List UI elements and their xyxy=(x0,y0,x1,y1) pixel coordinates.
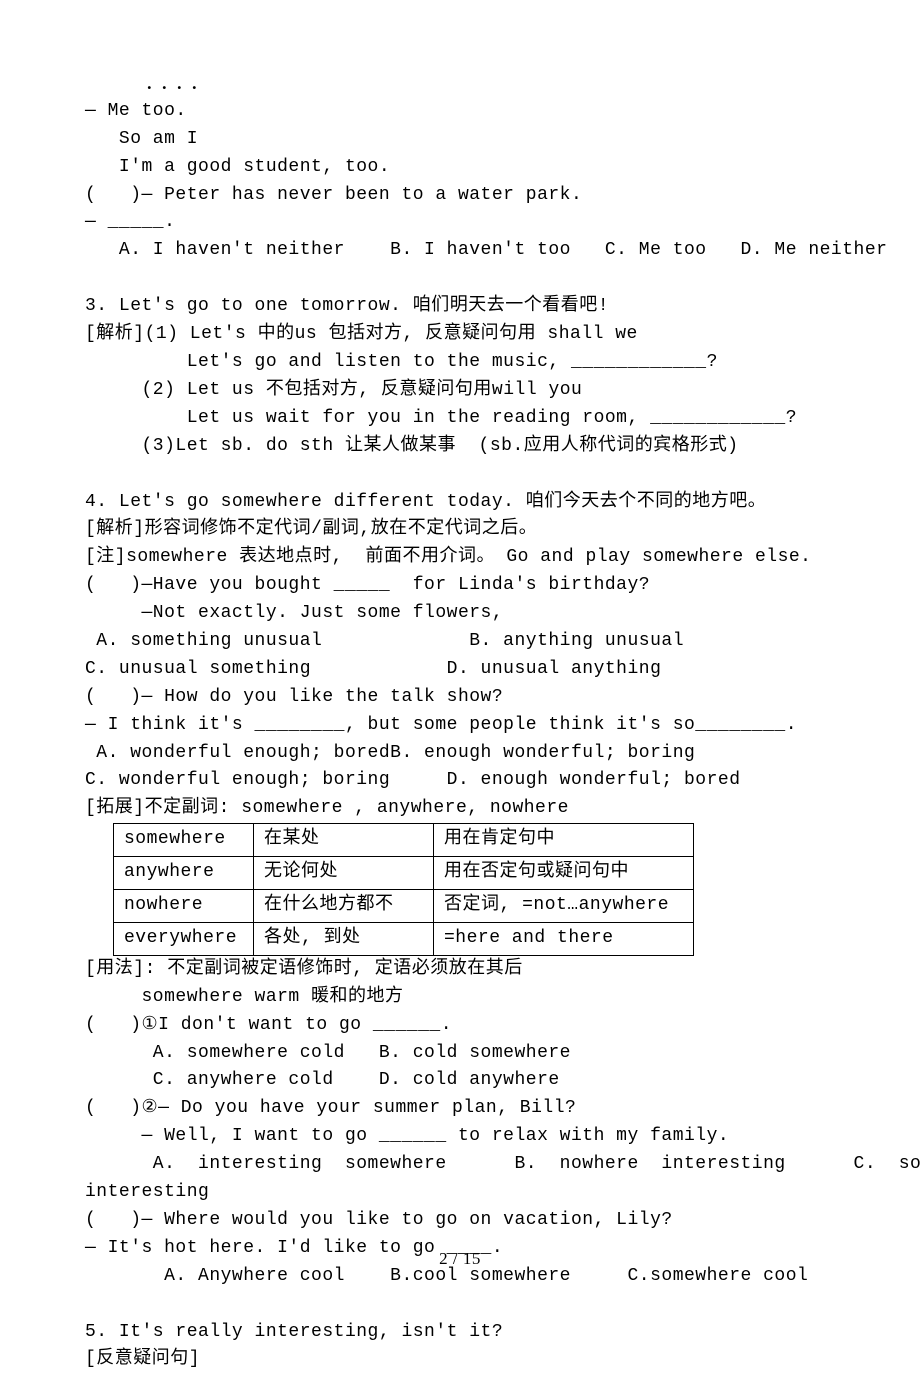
cell-everywhere: everywhere xyxy=(114,922,254,955)
item-5-heading: 5. It's really interesting, isn't it? xyxy=(85,1319,835,1347)
question-talkshow-cd: C. wonderful enough; boring D. enough wo… xyxy=(85,767,835,795)
item-4-note: [注]somewhere 表达地点时, 前面不用介词。 Go and play … xyxy=(85,544,835,572)
cell-anywhere-usage: 用在否定句或疑问句中 xyxy=(434,857,694,890)
usage-example: somewhere warm 暖和的地方 xyxy=(85,984,835,1012)
page-footer: 2 / 15 xyxy=(0,1246,920,1272)
item-3-heading: 3. Let's go to one tomorrow. 咱们明天去一个看看吧! xyxy=(85,293,835,321)
question-q2-reply: — Well, I want to go ______ to relax wit… xyxy=(85,1123,835,1151)
table-row: somewhere 在某处 用在肯定句中 xyxy=(114,824,694,857)
cell-somewhere: somewhere xyxy=(114,824,254,857)
cell-nowhere-meaning: 在什么地方都不 xyxy=(254,890,434,923)
line-me-too: — Me too. xyxy=(85,98,835,126)
question-q2-opts: A. interesting somewhere B. nowhere inte… xyxy=(85,1151,835,1179)
cell-somewhere-meaning: 在某处 xyxy=(254,824,434,857)
blank-2 xyxy=(85,461,835,489)
cell-nowhere-usage: 否定词, =not…anywhere xyxy=(434,890,694,923)
question-q2-opts-cont: interesting xyxy=(85,1179,835,1207)
item-5-tag: [反意疑问句] xyxy=(85,1346,835,1374)
item-3-analysis-3: (3)Let sb. do sth 让某人做某事 (sb.应用人称代词的宾格形式… xyxy=(85,433,835,461)
question-peter: ( )— Peter has never been to a water par… xyxy=(85,182,835,210)
question-linda: ( )—Have you bought _____ for Linda's bi… xyxy=(85,572,835,600)
question-linda-opts-ab: A. something unusual B. anything unusual xyxy=(85,628,835,656)
extension-heading: [拓展]不定副词: somewhere , anywhere, nowhere xyxy=(85,795,835,823)
item-3-analysis-1: [解析](1) Let's 中的us 包括对方, 反意疑问句用 shall we xyxy=(85,321,835,349)
item-3-example-2: Let us wait for you in the reading room,… xyxy=(85,405,835,433)
question-q1-ab: A. somewhere cold B. cold somewhere xyxy=(85,1040,835,1068)
cell-anywhere-meaning: 无论何处 xyxy=(254,857,434,890)
adverb-table: somewhere 在某处 用在肯定句中 anywhere 无论何处 用在否定句… xyxy=(113,823,694,956)
question-linda-opts-cd: C. unusual something D. unusual anything xyxy=(85,656,835,684)
question-talkshow-reply: — I think it's ________, but some people… xyxy=(85,712,835,740)
cell-nowhere: nowhere xyxy=(114,890,254,923)
table-row: nowhere 在什么地方都不 否定词, =not…anywhere xyxy=(114,890,694,923)
question-q1-cd: C. anywhere cold D. cold anywhere xyxy=(85,1067,835,1095)
line-so-am-i: So am I xyxy=(85,126,835,154)
cell-everywhere-meaning: 各处, 到处 xyxy=(254,922,434,955)
table-row: anywhere 无论何处 用在否定句或疑问句中 xyxy=(114,857,694,890)
item-3-analysis-2: (2) Let us 不包括对方, 反意疑问句用will you xyxy=(85,377,835,405)
cell-everywhere-usage: =here and there xyxy=(434,922,694,955)
question-q1: ( )①I don't want to go ______. xyxy=(85,1012,835,1040)
usage-heading: [用法]: 不定副词被定语修饰时, 定语必须放在其后 xyxy=(85,956,835,984)
blank-1 xyxy=(85,265,835,293)
question-talkshow-ab: A. wonderful enough; boredB. enough wond… xyxy=(85,740,835,768)
item-3-example-1: Let's go and listen to the music, ______… xyxy=(85,349,835,377)
cell-anywhere: anywhere xyxy=(114,857,254,890)
question-q2: ( )②— Do you have your summer plan, Bill… xyxy=(85,1095,835,1123)
table-row: everywhere 各处, 到处 =here and there xyxy=(114,922,694,955)
line-good-student: I'm a good student, too. xyxy=(85,154,835,182)
question-peter-options: A. I haven't neither B. I haven't too C.… xyxy=(85,237,835,265)
question-linda-reply: —Not exactly. Just some flowers, xyxy=(85,600,835,628)
question-peter-blank: — _____. xyxy=(85,209,835,237)
header-dots: ．．．． xyxy=(85,70,835,98)
question-talkshow: ( )— How do you like the talk show? xyxy=(85,684,835,712)
cell-somewhere-usage: 用在肯定句中 xyxy=(434,824,694,857)
item-4-analysis: [解析]形容词修饰不定代词/副词,放在不定代词之后。 xyxy=(85,516,835,544)
blank-3 xyxy=(85,1291,835,1319)
item-4-heading: 4. Let's go somewhere different today. 咱… xyxy=(85,489,835,517)
question-lily: ( )— Where would you like to go on vacat… xyxy=(85,1207,835,1235)
